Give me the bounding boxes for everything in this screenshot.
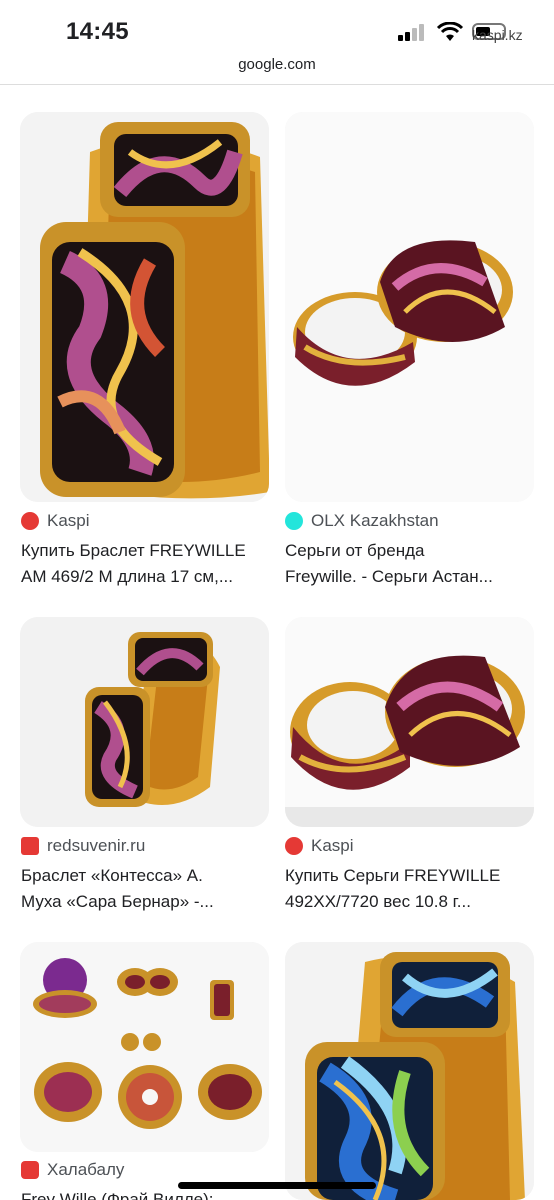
olx-favicon-icon bbox=[285, 512, 303, 530]
gift-favicon-icon bbox=[21, 837, 39, 855]
result-image-2[interactable] bbox=[285, 112, 534, 502]
result-source-3[interactable]: redsuvenir.ru bbox=[21, 836, 145, 856]
result-source-5[interactable]: Халабалу bbox=[21, 1160, 124, 1180]
halabalu-favicon-icon bbox=[21, 1161, 39, 1179]
title-line: Купить Серьги FREYWILLE bbox=[285, 866, 501, 885]
result-source-4[interactable]: Kaspi bbox=[285, 836, 354, 856]
result-image-6[interactable] bbox=[285, 942, 534, 1200]
result-source-2[interactable]: OLX Kazakhstan bbox=[285, 511, 439, 531]
url-text[interactable]: google.com bbox=[0, 56, 554, 73]
source-label: Халабалу bbox=[47, 1160, 125, 1179]
cellular-signal-icon bbox=[398, 23, 428, 41]
kaspi-favicon-icon bbox=[285, 837, 303, 855]
title-line: AM 469/2 M длина 17 см,... bbox=[21, 567, 233, 586]
title-line: Freywille. - Серьги Астан... bbox=[285, 567, 493, 586]
result-title-3[interactable]: Браслет «Контесса» А. Муха «Сара Бернар»… bbox=[21, 863, 275, 915]
title-line: Серьги от бренда bbox=[285, 541, 425, 560]
result-image-4[interactable] bbox=[285, 617, 534, 827]
result-source-1[interactable]: Kaspi bbox=[21, 511, 90, 531]
wifi-icon bbox=[436, 22, 464, 41]
title-line: Купить Браслет FREYWILLE bbox=[21, 541, 246, 560]
result-title-4[interactable]: Купить Серьги FREYWILLE 492XX/7720 вес 1… bbox=[285, 863, 539, 915]
status-bar: 14:45 kaspi.kz bbox=[0, 0, 554, 52]
source-label: Kaspi bbox=[47, 511, 90, 530]
home-indicator[interactable] bbox=[178, 1182, 376, 1189]
status-time: 14:45 bbox=[66, 18, 129, 45]
carrier-label: kaspi.kz bbox=[472, 27, 523, 43]
result-image-1[interactable] bbox=[20, 112, 269, 502]
result-image-3[interactable] bbox=[20, 617, 269, 827]
source-label: redsuvenir.ru bbox=[47, 836, 146, 855]
source-label: OLX Kazakhstan bbox=[311, 511, 439, 530]
result-image-5[interactable] bbox=[20, 942, 269, 1152]
kaspi-favicon-icon bbox=[21, 512, 39, 530]
address-bar[interactable]: google.com bbox=[0, 52, 554, 85]
result-title-1[interactable]: Купить Браслет FREYWILLE AM 469/2 M длин… bbox=[21, 538, 275, 590]
title-line: Браслет «Контесса» А. bbox=[21, 866, 203, 885]
title-line: 492XX/7720 вес 10.8 г... bbox=[285, 892, 471, 911]
result-title-2[interactable]: Серьги от бренда Freywille. - Серьги Аст… bbox=[285, 538, 539, 590]
title-line: Муха «Сара Бернар» -... bbox=[21, 892, 214, 911]
source-label: Kaspi bbox=[311, 836, 354, 855]
